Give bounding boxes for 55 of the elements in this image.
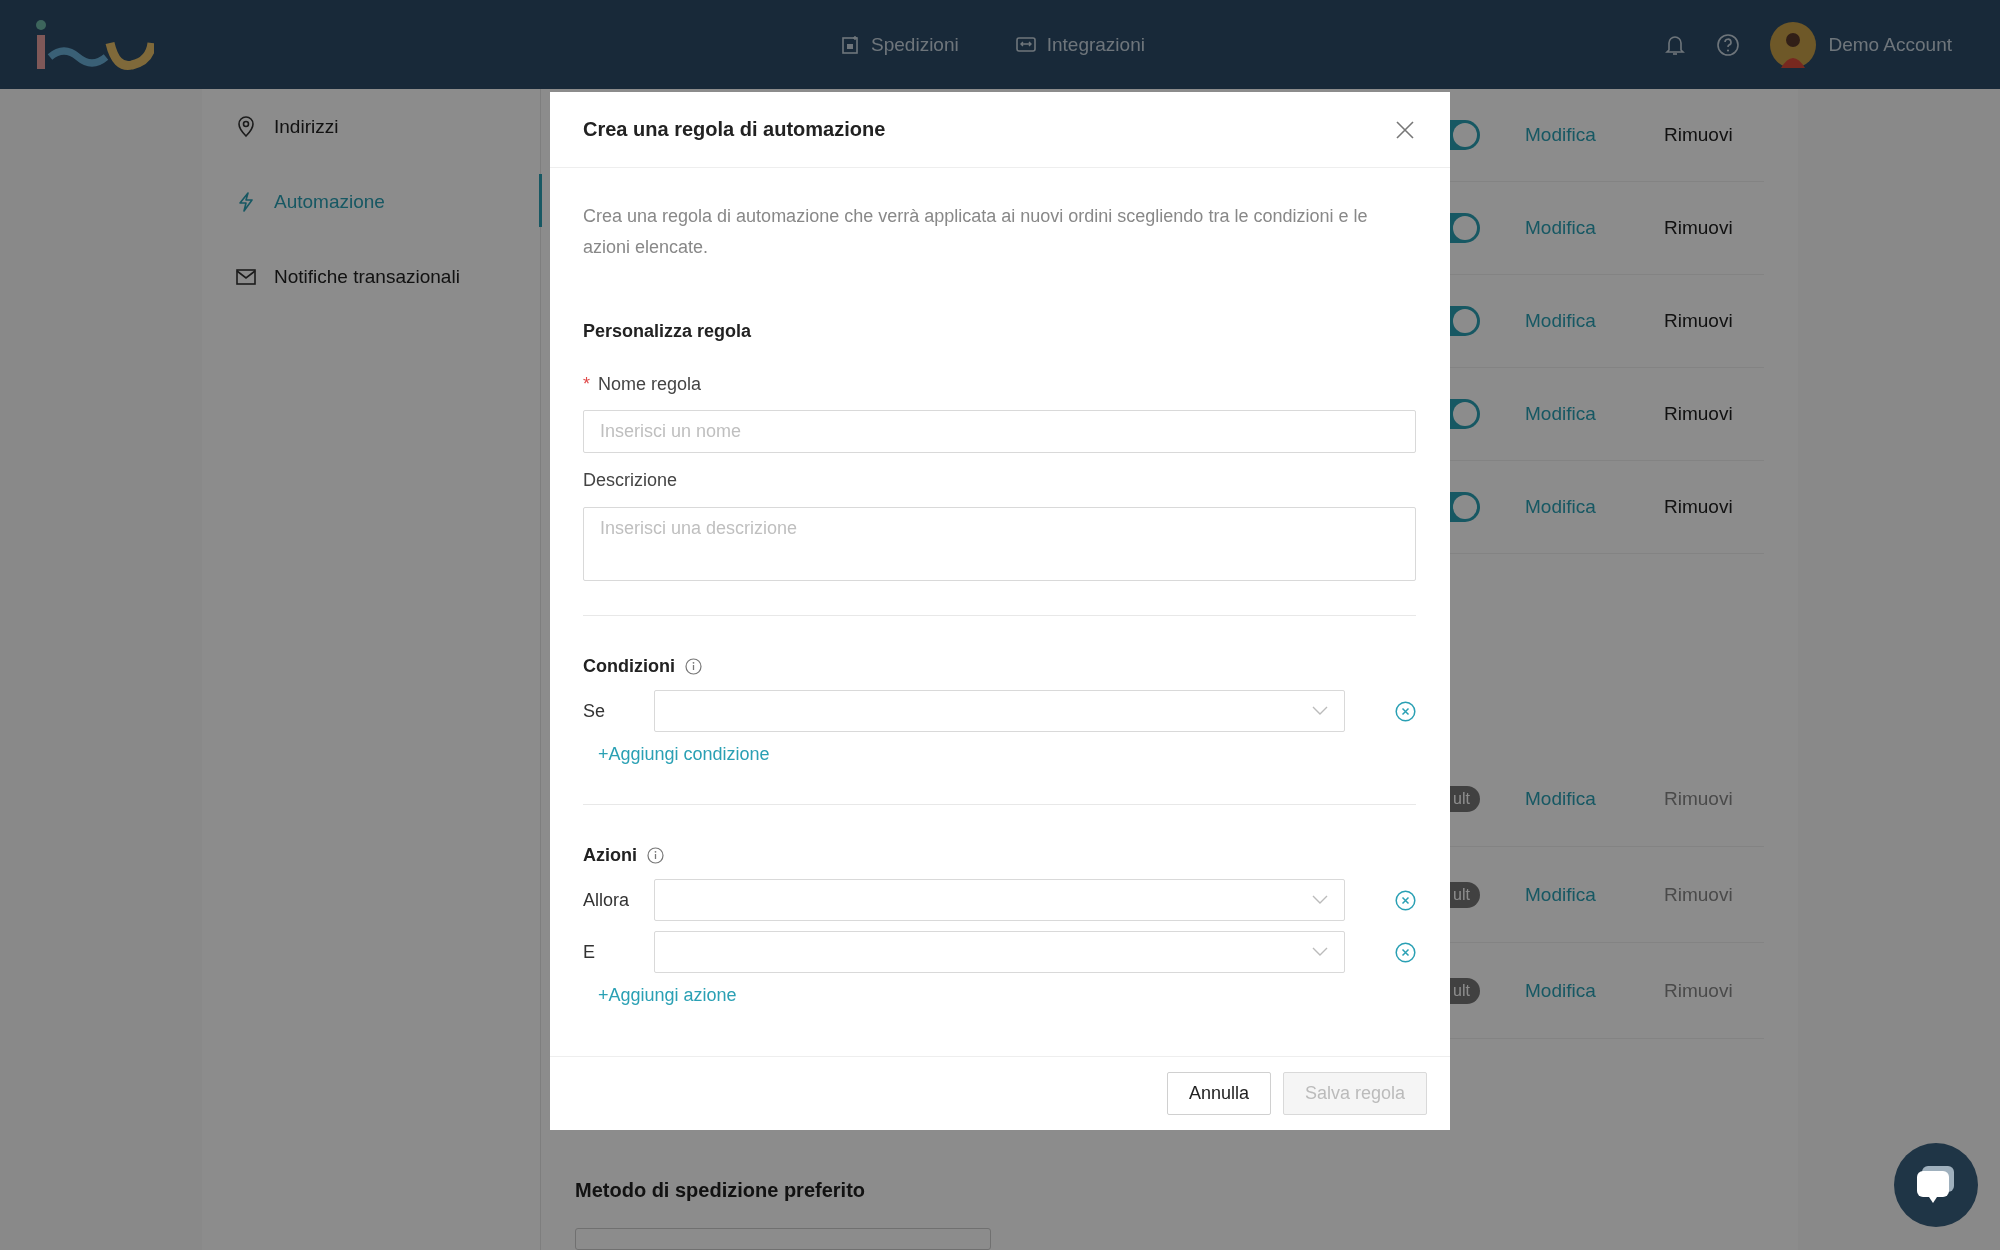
edit-link[interactable]: Modifica <box>1525 883 1664 906</box>
section-title: Condizioni <box>583 655 675 678</box>
field-label: Nome regola <box>598 373 702 396</box>
edit-link[interactable]: Modifica <box>1525 124 1664 146</box>
remove-link[interactable]: Rimuovi <box>1664 310 1764 332</box>
lightning-icon <box>236 190 256 213</box>
edit-link[interactable]: Modifica <box>1525 217 1664 239</box>
select-field[interactable] <box>654 931 1345 973</box>
dialog-button[interactable]: Annulla <box>1166 1072 1271 1115</box>
nav-link[interactable]: Spedizioni <box>841 33 959 56</box>
account-name[interactable]: Demo Account <box>1828 33 1952 56</box>
section-title: Azioni <box>583 844 637 867</box>
section-title: Personalizza regola <box>583 320 753 343</box>
nav-link[interactable]: Integrazioni <box>1014 33 1145 56</box>
edit-link[interactable]: Modifica <box>1525 979 1664 1002</box>
chevron-down-icon <box>1312 706 1328 716</box>
modal-description: Crea una regola di automazione che verrà applicata ai nuovi ordini scegliendo tra le condizioni e le azioni elencate. <box>583 205 1369 259</box>
chevron-down-icon <box>1312 895 1328 905</box>
select-field[interactable] <box>654 690 1345 732</box>
envelope-icon <box>236 268 256 285</box>
avatar-icon[interactable] <box>1770 21 1817 68</box>
modal-title: Crea una regola di automazione <box>583 118 886 141</box>
row-label: E <box>583 941 596 963</box>
sidebar-item[interactable]: Notifiche transazionali <box>202 239 540 314</box>
select-field[interactable] <box>575 1228 991 1250</box>
required-mark: * <box>583 373 590 396</box>
location-pin-icon <box>236 115 256 138</box>
select-field[interactable] <box>654 879 1345 921</box>
field-label: Descrizione <box>583 469 678 492</box>
remove-link[interactable]: Rimuovi <box>1664 217 1764 239</box>
info-icon[interactable] <box>685 657 702 675</box>
remove-link[interactable]: Rimuovi <box>1664 403 1764 425</box>
edit-link[interactable]: Modifica <box>1525 787 1664 810</box>
logo-icon[interactable] <box>34 18 154 71</box>
sidebar-item[interactable]: Indirizzi <box>202 89 540 164</box>
sidebar-item[interactable]: Automazione <box>202 164 540 239</box>
info-icon[interactable] <box>647 846 664 864</box>
section-title: Metodo di spedizione preferito <box>575 1179 866 1202</box>
remove-link[interactable]: Rimuovi <box>1664 496 1764 518</box>
chevron-down-icon <box>1312 947 1328 957</box>
name-input[interactable]: Inserisci un nome <box>583 410 1416 453</box>
remove-link[interactable]: Rimuovi <box>1664 124 1764 146</box>
edit-link[interactable]: Modifica <box>1525 310 1664 332</box>
help-icon[interactable] <box>1716 32 1741 57</box>
add-link[interactable]: +Aggiungi condizione <box>598 742 770 766</box>
remove-icon[interactable] <box>1395 889 1416 911</box>
description-input[interactable]: Inserisci una descrizione <box>583 507 1416 581</box>
remove-icon[interactable] <box>1395 700 1416 722</box>
row-label: Se <box>583 700 607 722</box>
close-icon[interactable] <box>1396 120 1414 139</box>
edit-link[interactable]: Modifica <box>1525 403 1664 425</box>
remove-icon[interactable] <box>1395 941 1416 963</box>
row-label: Allora <box>583 889 631 911</box>
edit-link[interactable]: Modifica <box>1525 496 1664 518</box>
add-link[interactable]: +Aggiungi azione <box>598 983 737 1007</box>
